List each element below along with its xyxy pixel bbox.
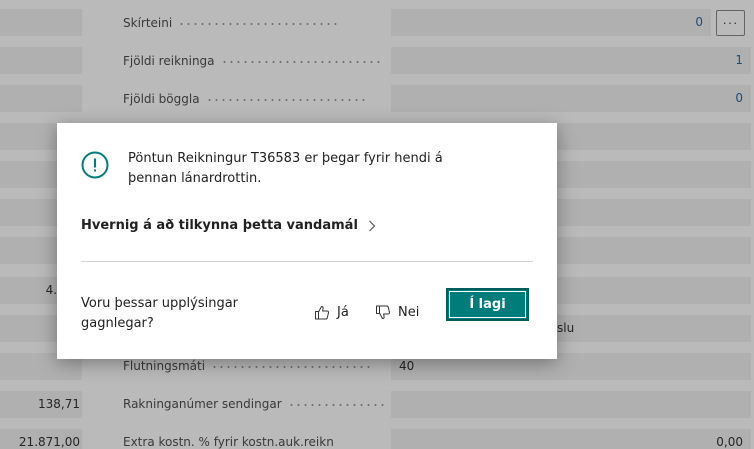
feedback-yes-label: Já (337, 304, 349, 320)
ok-button[interactable]: Í lagi (446, 288, 529, 321)
feedback-yes-button[interactable]: Já (314, 303, 349, 321)
feedback-no-label: Nei (398, 304, 420, 320)
alert-circle-icon (81, 151, 109, 179)
thumbs-down-icon (376, 305, 391, 319)
thumbs-up-icon (315, 305, 330, 319)
feedback-no-button[interactable]: Nei (375, 303, 419, 321)
report-problem-label: Hvernig á að tilkynna þetta vandamál (81, 218, 358, 233)
feedback-question: Voru þessar upplýsingar gagnlegar? (81, 296, 239, 331)
dialog-message: Pöntun Reikningur T36583 er þegar fyrir … (128, 151, 443, 186)
dialog-divider (81, 261, 533, 262)
chevron-right-icon (368, 220, 376, 231)
report-problem-link[interactable]: Hvernig á að tilkynna þetta vandamál (81, 218, 376, 233)
error-dialog: Pöntun Reikningur T36583 er þegar fyrir … (57, 123, 557, 359)
